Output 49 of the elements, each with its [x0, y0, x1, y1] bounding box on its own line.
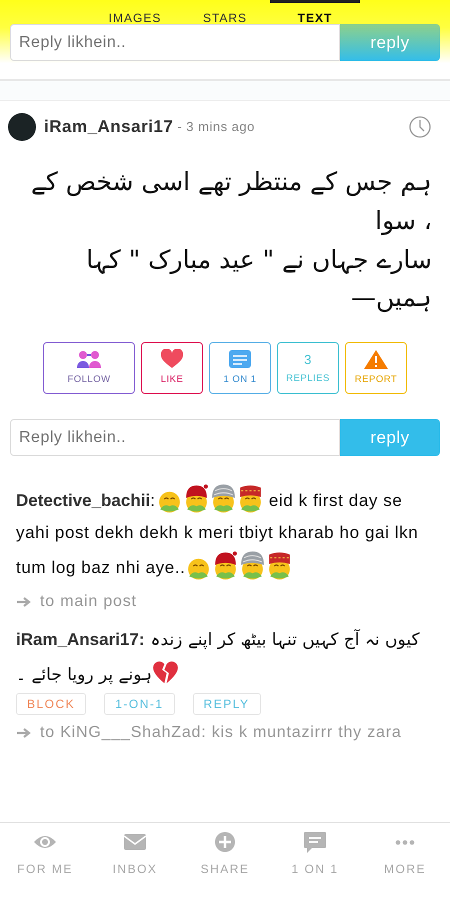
username[interactable]: iRam_Ansari17 [44, 114, 174, 140]
sick-face-turban-icon [210, 482, 237, 514]
tag-button[interactable]: 1-ON-1 [104, 693, 175, 715]
timestamp: - 3 mins ago [177, 118, 255, 136]
tab[interactable]: TEXT [270, 0, 360, 24]
comment-link[interactable]: to main post [40, 590, 137, 614]
action-label: FOLLOW [67, 372, 111, 387]
nav-item[interactable]: MORE [360, 831, 450, 881]
action-label: REPLIES [286, 372, 330, 386]
reply-field[interactable]: Reply likhein.. [10, 419, 340, 456]
post-text-line: ، سوا [374, 204, 432, 238]
replies-button[interactable]: 3 REPLIES [277, 342, 339, 394]
post-text-line: سارے جہاں نے " عید مبارک " کہا [85, 244, 432, 276]
post-text-line: ہمیں— [350, 282, 432, 314]
reply-field[interactable]: Reply likhein.. [10, 24, 340, 61]
reply-button[interactable]: reply [340, 24, 440, 61]
avatar[interactable] [8, 113, 36, 141]
sick-face-turban-icon [239, 549, 266, 581]
people-icon [76, 348, 102, 370]
follow-button[interactable]: FOLLOW [43, 342, 135, 394]
chat-icon [303, 831, 327, 854]
nav-item[interactable]: 1 ON 1 [270, 831, 360, 881]
arrow-icon [16, 727, 32, 739]
message-icon [227, 348, 253, 370]
comment-link[interactable]: to KiNG___ShahZad: kis k muntazirrr thy zara [40, 721, 402, 745]
tag-button[interactable]: REPLY [192, 693, 260, 715]
plus-icon [213, 831, 237, 854]
more-icon [393, 840, 417, 845]
reply-button[interactable]: reply [340, 419, 440, 456]
post-text-line: ہم جس کے منتظر تھے اسی شخص کے [30, 166, 432, 198]
chat-button[interactable]: 1 ON 1 [209, 342, 271, 394]
arrow-icon [16, 596, 32, 608]
comment-text: Detective_bachii: eid k first day se yahi post dekh dekh k meri tbiyt kharab ho gai lkn tum log baz nhi aye.. [16, 482, 434, 584]
report-button[interactable]: REPORT [345, 342, 407, 394]
nav-item[interactable]: INBOX [90, 831, 180, 881]
action-label: REPORT [354, 372, 398, 387]
sick-face-bandana-icon [212, 549, 240, 581]
reply-count: 3 [304, 350, 312, 369]
nav-item[interactable]: FOR ME [0, 831, 90, 881]
nav-item[interactable]: SHARE [180, 831, 270, 881]
tag-button[interactable]: BLOCK [16, 693, 86, 715]
heart-icon [159, 348, 185, 370]
action-label: LIKE [160, 372, 184, 387]
warning-icon [363, 348, 389, 370]
action-label: 1 ON 1 [223, 372, 257, 387]
tab[interactable]: STARS [180, 0, 270, 24]
clock-icon [408, 115, 432, 139]
like-button[interactable]: LIKE [141, 342, 203, 394]
tab[interactable]: IMAGES [90, 0, 180, 24]
